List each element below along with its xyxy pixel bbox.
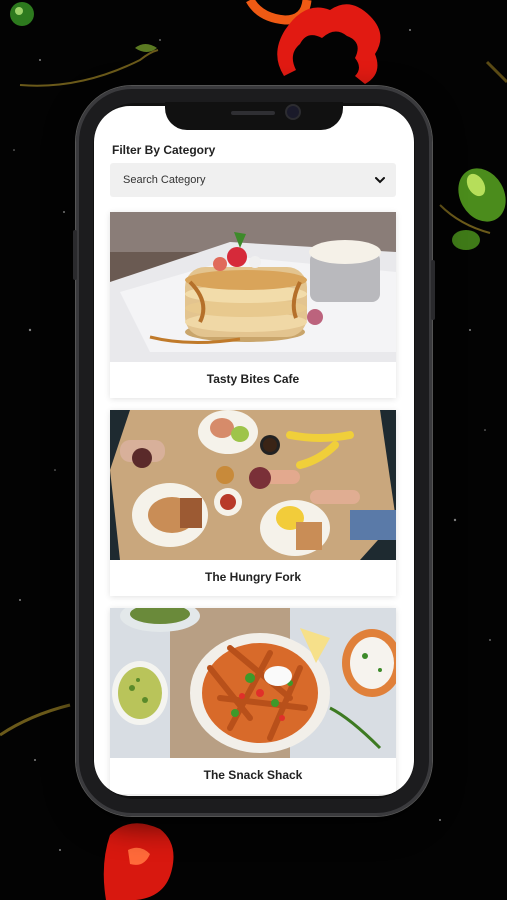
restaurant-card[interactable]: The Snack Shack bbox=[110, 608, 396, 794]
app-screen: Filter By Category Search Category Tasty… bbox=[94, 106, 414, 796]
restaurant-card[interactable]: The Hungry Fork bbox=[110, 410, 396, 596]
restaurant-name: The Hungry Fork bbox=[204, 570, 301, 584]
speaker-grille bbox=[231, 111, 275, 115]
phone-notch bbox=[165, 102, 343, 130]
search-placeholder: Search Category bbox=[123, 174, 206, 186]
category-dropdown[interactable]: Search Category bbox=[110, 163, 396, 197]
filter-heading: Filter By Category bbox=[112, 143, 216, 157]
pancake-stack-photo bbox=[110, 212, 396, 362]
volume-button bbox=[73, 230, 77, 280]
restaurant-name: The Snack Shack bbox=[203, 768, 303, 782]
chevron-down-icon bbox=[375, 177, 385, 184]
power-button bbox=[431, 260, 435, 320]
sweet-potato-fries-photo bbox=[110, 608, 396, 758]
breakfast-table-photo bbox=[110, 410, 396, 560]
restaurant-card[interactable]: Tasty Bites Cafe bbox=[110, 212, 396, 398]
restaurant-name: Tasty Bites Cafe bbox=[206, 372, 300, 386]
front-camera bbox=[287, 106, 299, 118]
